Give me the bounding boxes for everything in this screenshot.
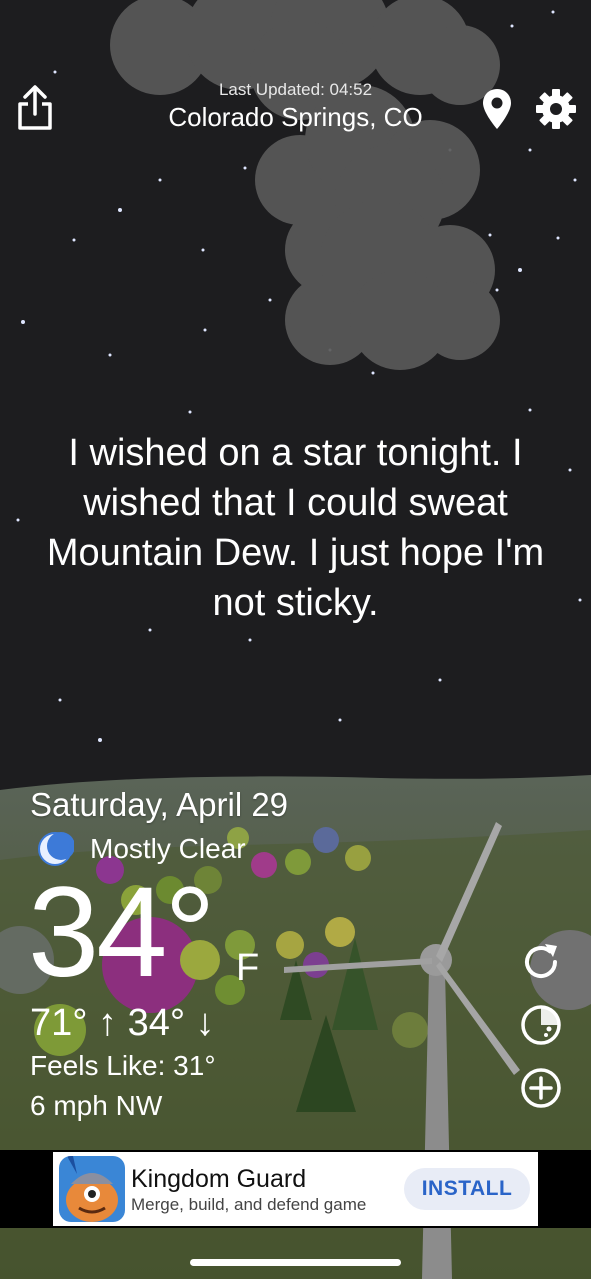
- radar-button[interactable]: [519, 1003, 563, 1047]
- radar-icon: [521, 1005, 561, 1045]
- high-low-temperature: 71° ↑ 34° ↓: [30, 1002, 215, 1044]
- feels-like: Feels Like: 31°: [30, 1050, 216, 1081]
- game-app-icon: [59, 1156, 125, 1222]
- ad-title: Kingdom Guard: [131, 1165, 307, 1193]
- forecast-date: Saturday, April 29: [30, 786, 289, 823]
- weather-joke: I wished on a star tonight. I wished tha…: [46, 432, 545, 624]
- ad-banner[interactable]: Kingdom Guard Merge, build, and defend g…: [53, 1152, 538, 1226]
- refresh-button[interactable]: [519, 940, 563, 984]
- home-indicator[interactable]: [190, 1259, 401, 1266]
- add-location-button[interactable]: [519, 1066, 563, 1110]
- install-button[interactable]: INSTALL: [404, 1168, 530, 1210]
- ad-subtitle: Merge, build, and defend game: [131, 1195, 367, 1214]
- refresh-icon: [525, 944, 557, 978]
- temperature-unit[interactable]: F: [236, 947, 259, 990]
- add-circle-icon: [521, 1068, 561, 1108]
- gear-icon: [536, 89, 576, 129]
- settings-button[interactable]: [534, 87, 578, 131]
- current-temperature: 34°: [28, 861, 216, 1004]
- wind-speed: 6 mph NW: [30, 1090, 163, 1121]
- map-pin-icon: [483, 89, 511, 129]
- location-button[interactable]: [481, 88, 513, 130]
- night-landscape-background: [0, 0, 591, 1279]
